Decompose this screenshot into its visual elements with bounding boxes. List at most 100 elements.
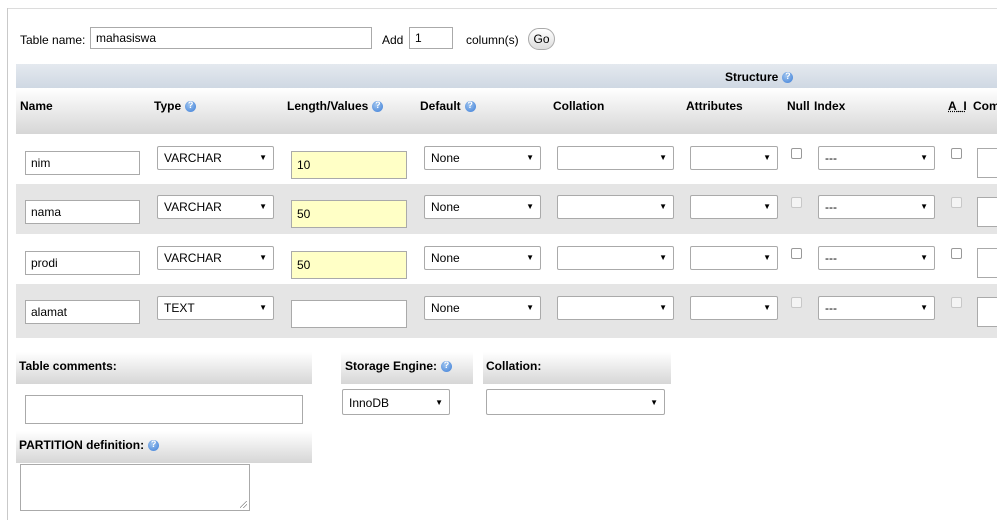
comments-input[interactable] — [977, 297, 997, 327]
header-collation: Collation — [553, 99, 605, 113]
table-collation-select[interactable]: ▼ — [486, 389, 665, 415]
chevron-down-icon: ▼ — [920, 253, 928, 262]
attributes-select[interactable]: ▼ — [690, 246, 778, 270]
collation-select[interactable]: ▼ — [557, 195, 674, 219]
null-checkbox[interactable] — [791, 297, 802, 308]
attributes-select[interactable]: ▼ — [690, 146, 778, 170]
column-name-input[interactable] — [25, 151, 140, 175]
attributes-select[interactable]: ▼ — [690, 296, 778, 320]
auto-increment-checkbox[interactable] — [951, 197, 962, 208]
chevron-down-icon: ▼ — [526, 153, 534, 162]
default-select[interactable]: None ▼ — [424, 195, 541, 219]
header-default: Default — [420, 99, 476, 113]
partition-textarea[interactable] — [20, 464, 250, 511]
chevron-down-icon: ▼ — [763, 303, 771, 312]
storage-engine-header: Storage Engine: — [341, 352, 473, 384]
resize-grip-icon[interactable] — [240, 501, 247, 508]
help-icon[interactable] — [185, 100, 197, 112]
auto-increment-checkbox[interactable] — [951, 148, 962, 159]
table-comments-label: Table comments: — [19, 359, 117, 373]
chevron-down-icon: ▼ — [763, 153, 771, 162]
chevron-down-icon: ▼ — [259, 303, 267, 312]
chevron-down-icon: ▼ — [659, 253, 667, 262]
header-comments: Com — [973, 99, 997, 113]
left-border — [7, 8, 8, 520]
add-columns-count-input[interactable] — [409, 27, 453, 49]
header-attributes: Attributes — [686, 99, 743, 113]
header-length-label: Length/Values — [287, 99, 369, 113]
comments-input[interactable] — [977, 148, 997, 178]
table-comments-input[interactable] — [25, 395, 303, 424]
column-name-input[interactable] — [25, 251, 140, 275]
chevron-down-icon: ▼ — [526, 303, 534, 312]
default-select[interactable]: None ▼ — [424, 246, 541, 270]
table-name-input[interactable] — [90, 27, 372, 49]
index-select[interactable]: --- ▼ — [818, 246, 935, 270]
chevron-down-icon: ▼ — [259, 153, 267, 162]
chevron-down-icon: ▼ — [920, 303, 928, 312]
chevron-down-icon: ▼ — [659, 303, 667, 312]
index-select[interactable]: --- ▼ — [818, 296, 935, 320]
comments-input[interactable] — [977, 248, 997, 278]
table-name-label: Table name: — [20, 33, 86, 47]
column-name-input[interactable] — [25, 200, 140, 224]
auto-increment-checkbox[interactable] — [951, 297, 962, 308]
header-name: Name — [20, 99, 53, 113]
partition-header: PARTITION definition: — [16, 431, 312, 463]
length-input[interactable] — [291, 200, 407, 228]
header-null: Null — [787, 99, 810, 113]
chevron-down-icon: ▼ — [920, 202, 928, 211]
help-icon[interactable] — [782, 71, 794, 83]
header-length: Length/Values — [287, 99, 384, 113]
auto-increment-checkbox[interactable] — [951, 248, 962, 259]
length-input[interactable] — [291, 151, 407, 179]
attributes-select[interactable]: ▼ — [690, 195, 778, 219]
default-select[interactable]: None ▼ — [424, 296, 541, 320]
default-value: None — [431, 200, 460, 214]
comments-input[interactable] — [977, 197, 997, 227]
type-select[interactable]: VARCHAR ▼ — [157, 195, 274, 219]
chevron-down-icon: ▼ — [659, 153, 667, 162]
type-value: VARCHAR — [164, 151, 222, 165]
help-icon[interactable] — [148, 439, 160, 451]
column-name-input[interactable] — [25, 300, 140, 324]
type-value: VARCHAR — [164, 251, 222, 265]
chevron-down-icon: ▼ — [435, 398, 443, 407]
length-input[interactable] — [291, 251, 407, 279]
add-label: Add — [382, 33, 404, 47]
chevron-down-icon: ▼ — [259, 202, 267, 211]
chevron-down-icon: ▼ — [920, 153, 928, 162]
type-select[interactable]: VARCHAR ▼ — [157, 146, 274, 170]
index-select[interactable]: --- ▼ — [818, 195, 935, 219]
default-value: None — [431, 251, 460, 265]
index-value: --- — [825, 301, 837, 315]
null-checkbox[interactable] — [791, 148, 802, 159]
default-select[interactable]: None ▼ — [424, 146, 541, 170]
default-value: None — [431, 151, 460, 165]
type-select[interactable]: TEXT ▼ — [157, 296, 274, 320]
help-icon[interactable] — [441, 360, 453, 372]
index-value: --- — [825, 200, 837, 214]
collation-select[interactable]: ▼ — [557, 146, 674, 170]
partition-label: PARTITION definition: — [19, 438, 145, 452]
header-type-label: Type — [154, 99, 182, 113]
null-checkbox[interactable] — [791, 197, 802, 208]
help-icon[interactable] — [372, 100, 384, 112]
structure-heading: Structure — [725, 70, 794, 84]
collation-select[interactable]: ▼ — [557, 246, 674, 270]
structure-label: Structure — [725, 70, 779, 84]
header-type: Type — [154, 99, 197, 113]
help-icon[interactable] — [464, 100, 476, 112]
index-select[interactable]: --- ▼ — [818, 146, 935, 170]
null-checkbox[interactable] — [791, 248, 802, 259]
length-input[interactable] — [291, 300, 407, 328]
type-value: VARCHAR — [164, 200, 222, 214]
default-value: None — [431, 301, 460, 315]
index-value: --- — [825, 151, 837, 165]
go-button[interactable]: Go — [528, 28, 555, 50]
type-select[interactable]: VARCHAR ▼ — [157, 246, 274, 270]
collation-select[interactable]: ▼ — [557, 296, 674, 320]
chevron-down-icon: ▼ — [659, 202, 667, 211]
storage-engine-select[interactable]: InnoDB ▼ — [342, 389, 450, 415]
chevron-down-icon: ▼ — [259, 253, 267, 262]
